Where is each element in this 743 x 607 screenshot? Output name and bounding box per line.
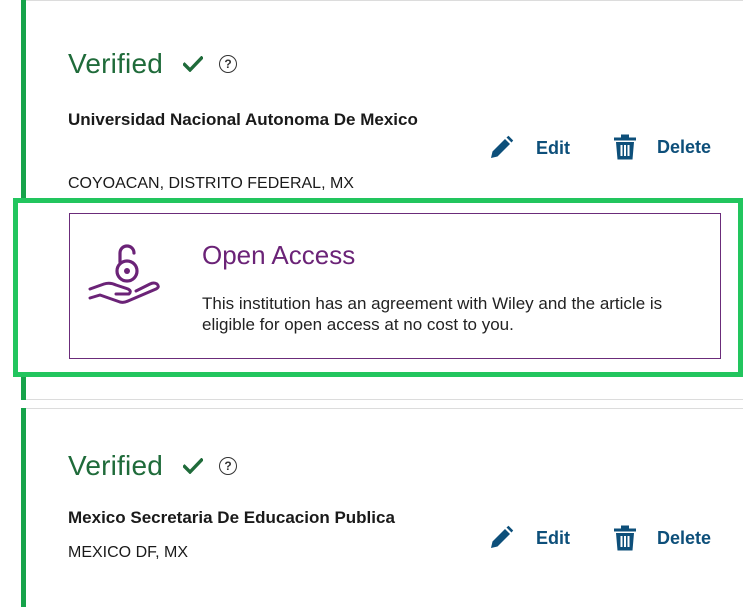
delete-button[interactable]: Delete [613, 134, 711, 160]
edit-label: Edit [536, 527, 570, 548]
trash-icon [614, 525, 636, 551]
affiliation-card: Verified ? Mexico Secretaria De Educacio… [21, 408, 743, 607]
institution-location: COYOACAN, DISTRITO FEDERAL, MX [68, 175, 354, 192]
help-circle-icon[interactable]: ? [219, 457, 237, 475]
check-icon [183, 56, 203, 72]
pencil-icon [491, 135, 514, 158]
institution-name: Mexico Secretaria De Educacion Publica [68, 508, 395, 527]
edit-button[interactable]: Edit [488, 135, 570, 161]
open-access-description: This institution has an agreement with W… [202, 294, 663, 334]
institution-name: Universidad Nacional Autonoma De Mexico [68, 110, 418, 129]
verified-heading: Verified ? [68, 450, 237, 482]
verified-status: Verified [68, 48, 163, 79]
edit-label: Edit [536, 137, 570, 158]
edit-button[interactable]: Edit [488, 525, 570, 551]
check-icon [183, 458, 203, 474]
open-access-notice: Open Access This institution has an agre… [69, 213, 721, 359]
open-access-title: Open Access [202, 240, 356, 270]
card-accent-bar [21, 408, 26, 607]
card-divider [26, 408, 743, 409]
card-divider [26, 0, 743, 1]
institution-location: MEXICO DF, MX [68, 544, 189, 561]
delete-label: Delete [657, 527, 712, 548]
verified-status: Verified [68, 450, 163, 481]
delete-label: Delete [657, 136, 712, 157]
delete-button[interactable]: Delete [613, 525, 711, 551]
trash-icon [614, 134, 636, 160]
pencil-icon [491, 525, 514, 548]
help-circle-icon[interactable]: ? [219, 55, 237, 73]
card-divider [26, 399, 743, 400]
verified-heading: Verified ? [68, 48, 237, 80]
open-lock-hand-icon [88, 244, 160, 304]
